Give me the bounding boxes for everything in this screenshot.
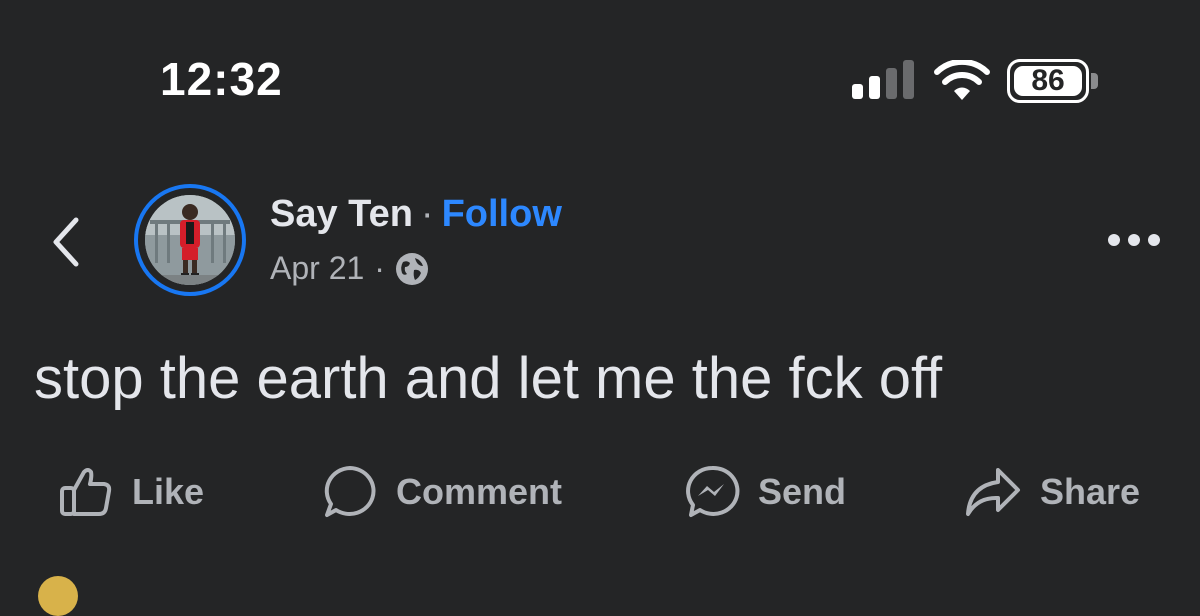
battery-level: 86 xyxy=(1014,66,1082,96)
like-button[interactable]: Like xyxy=(58,462,204,522)
globe-icon xyxy=(395,252,428,285)
cellular-signal-icon xyxy=(852,60,914,99)
comment-button[interactable]: Comment xyxy=(322,462,562,522)
post-date[interactable]: Apr 21 xyxy=(270,250,364,287)
comment-bubble-icon xyxy=(324,466,376,517)
share-arrow-icon xyxy=(966,468,1020,516)
send-button[interactable]: Send xyxy=(684,462,846,522)
send-label: Send xyxy=(758,471,847,512)
thumbs-up-icon xyxy=(60,468,112,516)
more-options-icon[interactable] xyxy=(1104,225,1164,255)
follow-button[interactable]: Follow xyxy=(442,193,562,235)
wifi-icon xyxy=(934,60,990,100)
post-text: stop the earth and let me the fck off xyxy=(34,346,943,411)
battery-icon: 86 xyxy=(1007,59,1099,103)
comment-label: Comment xyxy=(396,471,563,512)
author-name[interactable]: Say Ten xyxy=(270,193,413,235)
like-label: Like xyxy=(132,471,205,512)
status-time: 12:32 xyxy=(160,53,283,105)
avatar[interactable] xyxy=(145,195,235,285)
share-label: Share xyxy=(1040,471,1141,512)
separator-dot: · xyxy=(420,193,434,235)
back-chevron-icon[interactable] xyxy=(44,210,88,274)
messenger-icon xyxy=(686,465,740,517)
status-bar: 12:32 86 xyxy=(0,0,1200,140)
reaction-icon xyxy=(38,576,78,616)
post-meta: Apr 21 · xyxy=(270,250,429,287)
author-row: Say Ten · Follow xyxy=(270,193,562,236)
share-button[interactable]: Share xyxy=(964,462,1140,522)
separator-dot: · xyxy=(374,250,385,286)
